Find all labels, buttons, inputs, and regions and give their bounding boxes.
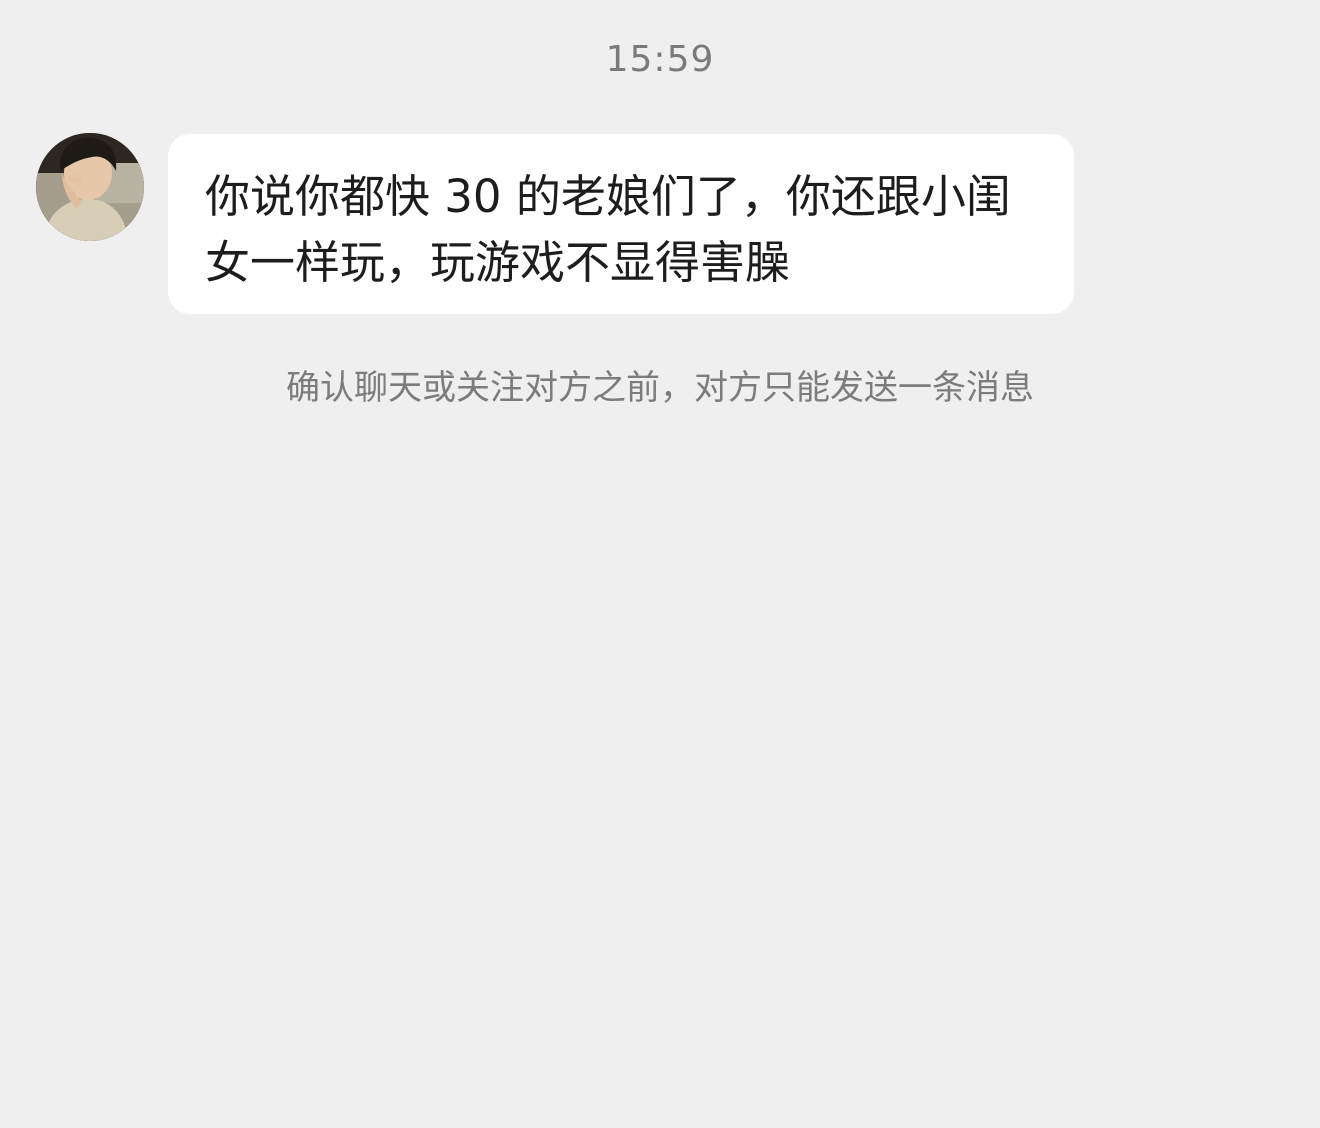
- system-notice: 确认聊天或关注对方之前，对方只能发送一条消息: [286, 368, 1034, 408]
- incoming-message-row: 你说你都快 30 的老娘们了，你还跟小闺女一样玩，玩游戏不显得害臊: [36, 133, 1076, 315]
- message-timestamp: 15:59: [605, 39, 715, 80]
- sender-avatar[interactable]: [36, 133, 144, 241]
- user-avatar-photo-icon: [36, 133, 144, 241]
- message-bubble[interactable]: 你说你都快 30 的老娘们了，你还跟小闺女一样玩，玩游戏不显得害臊: [168, 134, 1074, 314]
